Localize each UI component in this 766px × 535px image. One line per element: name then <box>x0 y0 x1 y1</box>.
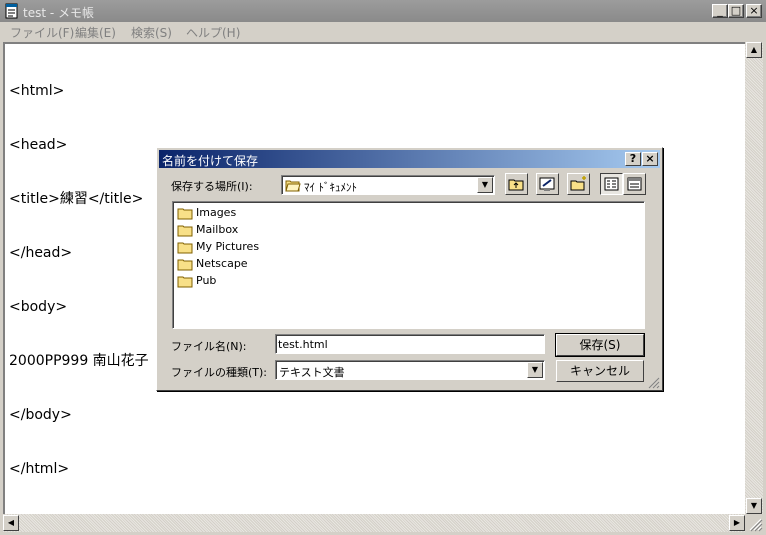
resize-grip-icon[interactable] <box>647 376 660 389</box>
new-folder-button[interactable] <box>567 173 590 195</box>
minimize-button[interactable]: _ <box>712 4 728 18</box>
filename-label: ファイル名(N): <box>171 340 247 353</box>
filename-input[interactable] <box>275 334 545 354</box>
up-folder-icon <box>508 179 524 191</box>
dialog-titlebar[interactable]: 名前を付けて保存 ? × <box>159 150 660 168</box>
close-button[interactable]: × <box>746 4 762 18</box>
dialog-close-button[interactable]: × <box>642 152 658 166</box>
file-name: Pub <box>196 274 217 287</box>
vertical-scrollbar[interactable]: ▲ ▼ <box>745 42 763 514</box>
file-name: My Pictures <box>196 240 260 253</box>
folder-icon <box>177 242 193 253</box>
editor-line: </head> <box>9 245 73 261</box>
save-as-dialog: 名前を付けて保存 ? × 保存する場所(I): ﾏｲ ﾄﾞｷｭﾒﾝﾄ ▼ Ima… <box>156 147 663 391</box>
list-item[interactable]: Mailbox <box>177 221 238 238</box>
list-item[interactable]: Images <box>177 204 236 221</box>
arrow-right-icon[interactable]: ▶ <box>729 515 745 531</box>
folder-icon <box>177 276 193 287</box>
help-button[interactable]: ? <box>625 152 641 166</box>
editor-line: <body> <box>9 299 68 315</box>
notepad-icon <box>5 3 18 19</box>
menu-search[interactable]: 検索(S) <box>131 24 172 41</box>
menu-file[interactable]: ファイル(F) <box>10 24 74 41</box>
editor-line: </html> <box>9 461 70 477</box>
resize-grip-icon[interactable] <box>745 514 763 532</box>
list-item[interactable]: Pub <box>177 272 216 289</box>
file-name: Mailbox <box>196 223 239 236</box>
editor-line: <html> <box>9 83 65 99</box>
file-list[interactable]: Images Mailbox My Pictures Netscape Pub <box>172 201 645 329</box>
save-button[interactable]: 保存(S) <box>555 333 645 357</box>
folder-icon <box>177 225 193 236</box>
new-folder-icon <box>570 176 586 191</box>
editor-content: <html> <head> <title>練習</title> </head> … <box>9 46 149 514</box>
location-label: 保存する場所(I): <box>171 180 253 193</box>
details-view-icon <box>627 177 642 191</box>
chevron-down-icon[interactable]: ▼ <box>527 362 543 378</box>
arrow-up-icon[interactable]: ▲ <box>746 42 762 58</box>
filetype-value: テキスト文書 <box>279 366 345 379</box>
list-view-icon <box>604 177 619 191</box>
file-name: Images <box>196 206 237 219</box>
horizontal-scrollbar[interactable]: ◀ ▶ <box>3 514 745 532</box>
menu-help[interactable]: ヘルプ(H) <box>186 24 240 41</box>
menu-edit[interactable]: 編集(E) <box>75 24 116 41</box>
dialog-title: 名前を付けて保存 <box>162 154 259 168</box>
editor-line: <head> <box>9 137 68 153</box>
window-titlebar[interactable]: test - メモ帳 _ □ × <box>0 0 766 22</box>
filetype-label: ファイルの種類(T): <box>171 366 268 379</box>
arrow-left-icon[interactable]: ◀ <box>3 515 19 531</box>
location-value: ﾏｲ ﾄﾞｷｭﾒﾝﾄ <box>304 181 357 194</box>
editor-line: </body> <box>9 407 72 423</box>
window-title: test - メモ帳 <box>23 6 95 20</box>
list-item[interactable]: My Pictures <box>177 238 259 255</box>
maximize-button[interactable]: □ <box>728 4 744 18</box>
folder-icon <box>177 208 193 219</box>
arrow-down-icon[interactable]: ▼ <box>746 498 762 514</box>
editor-line: 2000PP999 南山花子 <box>9 353 149 369</box>
up-folder-button[interactable] <box>505 173 528 195</box>
editor-line: <title>練習</title> <box>9 191 144 207</box>
file-name: Netscape <box>196 257 248 270</box>
list-view-button[interactable] <box>600 173 623 195</box>
location-combobox[interactable]: ﾏｲ ﾄﾞｷｭﾒﾝﾄ ▼ <box>281 175 495 195</box>
filetype-combobox[interactable]: テキスト文書 ▼ <box>275 360 545 380</box>
desktop-button[interactable] <box>536 173 559 195</box>
desktop-icon <box>539 177 555 191</box>
folder-icon <box>177 259 193 270</box>
list-item[interactable]: Netscape <box>177 255 248 272</box>
details-view-button[interactable] <box>623 173 646 195</box>
cancel-button[interactable]: キャンセル <box>556 360 644 382</box>
folder-icon <box>285 180 301 192</box>
menu-bar: ファイル(F) 編集(E) 検索(S) ヘルプ(H) <box>0 22 766 42</box>
chevron-down-icon[interactable]: ▼ <box>477 177 493 193</box>
